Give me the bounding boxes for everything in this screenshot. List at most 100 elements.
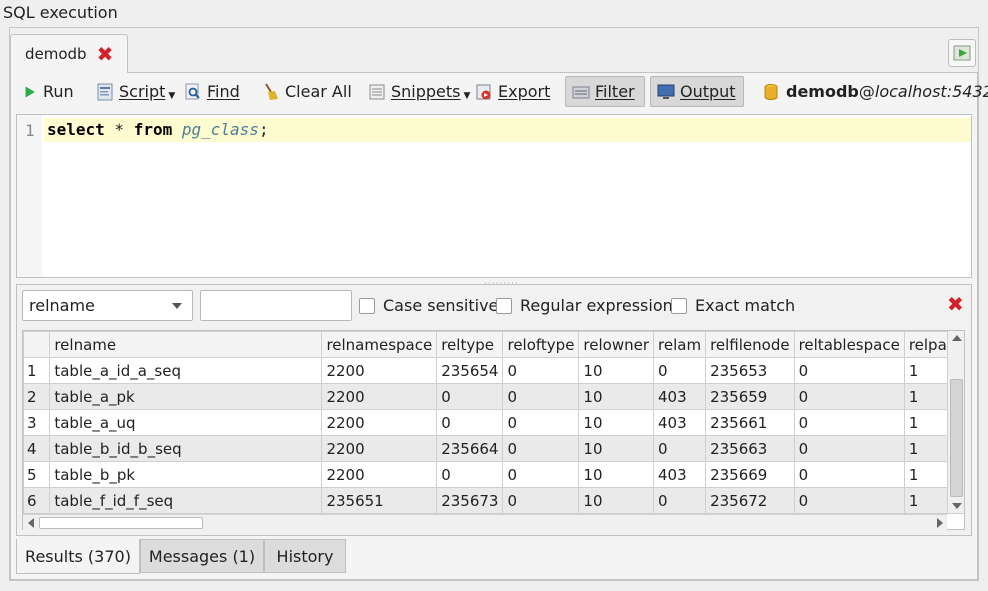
scroll-down-icon[interactable] (952, 503, 962, 509)
table-row[interactable]: 5 table_b_pk 2200 0 0 10 403 235669 0 1 (23, 461, 964, 488)
vertical-scrollbar[interactable] (947, 331, 964, 513)
export-button[interactable]: Export (469, 76, 556, 107)
table-cell[interactable]: 0 (436, 461, 504, 488)
regular-expression-checkbox[interactable]: Regular expression (496, 296, 673, 315)
column-header-reloftype[interactable]: reloftype (502, 331, 580, 358)
row-number-header[interactable] (23, 331, 51, 358)
table-cell[interactable]: 2200 (321, 357, 438, 384)
filter-toggle-button[interactable]: Filter (565, 76, 645, 107)
table-cell[interactable]: 0 (653, 357, 707, 384)
code-line[interactable]: select * from pg_class; (44, 118, 971, 142)
table-cell[interactable]: 0 (793, 487, 905, 514)
scroll-right-icon[interactable] (937, 518, 943, 528)
script-button[interactable]: Script ▼ (90, 76, 181, 107)
table-row[interactable]: 1 table_a_id_a_seq 2200 235654 0 10 0 235653 0 1 (23, 357, 964, 384)
clear-all-button[interactable]: Clear All (256, 76, 358, 107)
scroll-thumb[interactable] (950, 379, 963, 497)
table-cell[interactable]: 403 (653, 409, 707, 436)
table-cell[interactable]: 10 (578, 383, 655, 410)
table-cell[interactable]: 2200 (321, 461, 438, 488)
row-number[interactable]: 2 (23, 383, 51, 410)
table-cell[interactable]: 235659 (705, 383, 795, 410)
checkbox-box[interactable] (496, 297, 512, 314)
table-cell[interactable]: 10 (578, 435, 655, 462)
run-script-side-button[interactable] (948, 39, 976, 67)
table-cell[interactable]: 0 (793, 383, 905, 410)
row-number[interactable]: 3 (23, 409, 51, 436)
table-cell[interactable]: 235653 (705, 357, 795, 384)
tab-history[interactable]: History (264, 539, 346, 573)
table-cell[interactable]: table_b_id_b_seq (49, 435, 323, 462)
table-cell[interactable]: 403 (653, 383, 707, 410)
case-sensitive-checkbox[interactable]: Case sensitive (359, 296, 498, 315)
row-number[interactable]: 1 (23, 357, 51, 384)
horizontal-scrollbar[interactable] (23, 514, 947, 530)
scroll-thumb[interactable] (39, 517, 203, 529)
table-cell[interactable]: 403 (653, 461, 707, 488)
tab-messages[interactable]: Messages (1) (140, 539, 264, 573)
column-header-reltype[interactable]: reltype (436, 331, 504, 358)
table-cell[interactable]: 235669 (705, 461, 795, 488)
table-cell[interactable]: 235654 (436, 357, 504, 384)
table-cell[interactable]: 2200 (321, 435, 438, 462)
table-cell[interactable]: 0 (653, 487, 707, 514)
table-cell[interactable]: table_a_pk (49, 383, 323, 410)
scroll-left-icon[interactable] (28, 518, 34, 528)
table-cell[interactable]: 10 (578, 357, 655, 384)
column-header-relname[interactable]: relname (49, 331, 323, 358)
table-cell[interactable]: 0 (436, 383, 504, 410)
tab-demodb[interactable]: demodb ✖ (10, 34, 128, 73)
tab-results[interactable]: Results (370) (16, 539, 140, 574)
table-cell[interactable]: 0 (793, 461, 905, 488)
checkbox-box[interactable] (671, 297, 687, 314)
column-header-relnamespace[interactable]: relnamespace (321, 331, 438, 358)
table-cell[interactable]: 0 (502, 357, 580, 384)
table-cell[interactable]: 235673 (436, 487, 504, 514)
table-cell[interactable]: 10 (578, 487, 655, 514)
table-cell[interactable]: 10 (578, 409, 655, 436)
find-button[interactable]: Find (178, 76, 246, 107)
table-cell[interactable]: 0 (793, 409, 905, 436)
row-number[interactable]: 6 (23, 487, 51, 514)
close-filter-icon[interactable]: ✖ (947, 294, 964, 314)
table-cell[interactable]: 2200 (321, 383, 438, 410)
table-cell[interactable]: table_f_id_f_seq (49, 487, 323, 514)
scroll-up-icon[interactable] (952, 335, 962, 341)
table-cell[interactable]: table_b_pk (49, 461, 323, 488)
table-cell[interactable]: table_a_id_a_seq (49, 357, 323, 384)
snippets-button[interactable]: Snippets ▼ (362, 76, 476, 107)
table-cell[interactable]: 0 (502, 461, 580, 488)
column-header-relfilenode[interactable]: relfilenode (705, 331, 795, 358)
output-toggle-button[interactable]: Output (650, 76, 744, 107)
column-header-reltablespace[interactable]: reltablespace (793, 331, 905, 358)
row-number[interactable]: 4 (23, 435, 51, 462)
table-cell[interactable]: 235663 (705, 435, 795, 462)
table-row[interactable]: 6 table_f_id_f_seq 235651 235673 0 10 0 235672 0… (23, 487, 964, 514)
table-cell[interactable]: 0 (436, 409, 504, 436)
sql-editor[interactable]: 1 select * from pg_class; (16, 114, 972, 278)
column-header-relowner[interactable]: relowner (578, 331, 655, 358)
run-button[interactable]: Run (18, 76, 80, 107)
table-row[interactable]: 2 table_a_pk 2200 0 0 10 403 235659 0 1 (23, 383, 964, 410)
exact-match-checkbox[interactable]: Exact match (671, 296, 795, 315)
table-cell[interactable]: 2200 (321, 409, 438, 436)
table-row[interactable]: 4 table_b_id_b_seq 2200 235664 0 10 0 235663 0 1 (23, 435, 964, 462)
table-cell[interactable]: 0 (793, 357, 905, 384)
table-cell[interactable]: table_a_uq (49, 409, 323, 436)
table-cell[interactable]: 235651 (321, 487, 438, 514)
table-cell[interactable]: 0 (502, 435, 580, 462)
table-row[interactable]: 3 table_a_uq 2200 0 0 10 403 235661 0 1 (23, 409, 964, 436)
table-cell[interactable]: 0 (502, 409, 580, 436)
row-number[interactable]: 5 (23, 461, 51, 488)
table-cell[interactable]: 0 (793, 435, 905, 462)
close-tab-icon[interactable]: ✖ (97, 44, 114, 64)
table-cell[interactable]: 10 (578, 461, 655, 488)
table-cell[interactable]: 0 (653, 435, 707, 462)
checkbox-box[interactable] (359, 297, 375, 314)
column-header-relam[interactable]: relam (653, 331, 707, 358)
filter-column-select[interactable]: relname (22, 290, 193, 321)
table-cell[interactable]: 0 (502, 487, 580, 514)
table-cell[interactable]: 0 (502, 383, 580, 410)
table-cell[interactable]: 235672 (705, 487, 795, 514)
table-cell[interactable]: 235661 (705, 409, 795, 436)
